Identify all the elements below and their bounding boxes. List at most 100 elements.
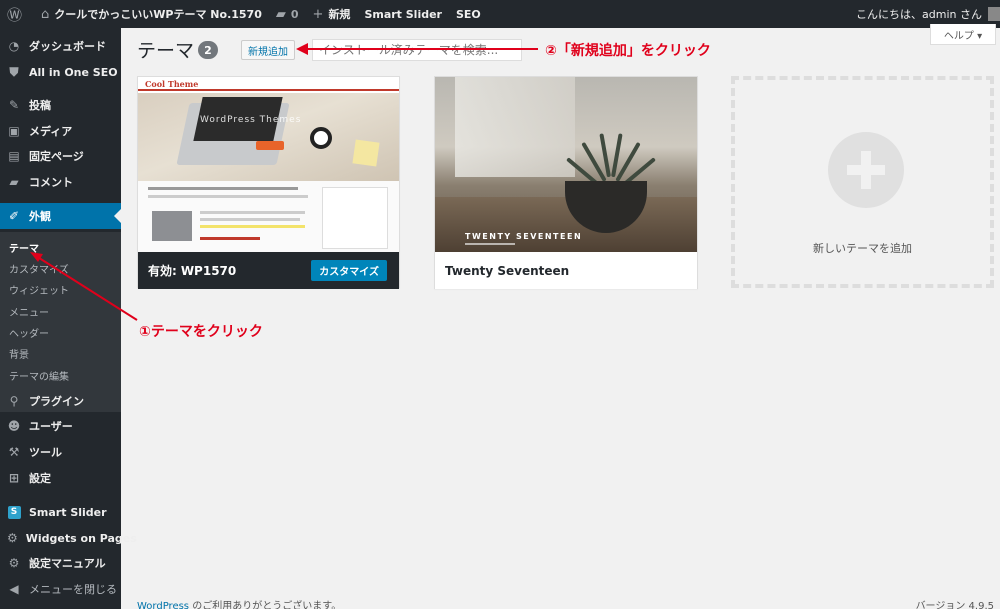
theme-shot-title: TWENTY SEVENTEEN <box>465 232 583 241</box>
sidebar-item-posts[interactable]: ✎ 投稿 <box>0 92 121 118</box>
customize-button[interactable]: カスタマイズ <box>311 260 387 281</box>
sidebar-item-tools[interactable]: ⚒ ツール <box>0 439 121 465</box>
arrow-head-step2 <box>296 43 308 55</box>
footer-version: バージョン 4.9.5 <box>915 601 994 609</box>
plus-icon: + <box>312 6 324 22</box>
sidebar-item-widgets-on-pages[interactable]: ⚙ Widgets on Pages <box>0 525 137 551</box>
wrench-icon: ⚒ <box>8 445 20 459</box>
theme-name-bar: 有効: WP1570 カスタマイズ <box>138 252 399 289</box>
pin-icon: ✎ <box>8 98 20 112</box>
admin-sidebar: ◔ ダッシュボード ⛊ All in One SEO ✎ 投稿 ▣ メディア ▤… <box>0 28 137 609</box>
sidebar-item-label: ユーザー <box>29 420 73 433</box>
site-name-link[interactable]: ⌂ クールでかっこいいWPテーマ No.1570 <box>34 0 269 28</box>
new-content-link[interactable]: + 新規 <box>306 0 358 28</box>
widgets-icon: ⚙ <box>7 531 18 545</box>
sidebar-item-comments[interactable]: ▰ コメント <box>0 169 121 195</box>
user-icon: ☻ <box>7 419 21 433</box>
plugin-icon: ⚲ <box>9 394 19 408</box>
home-icon: ⌂ <box>41 6 50 22</box>
add-new-theme-card[interactable]: 新しいテーマを追加 <box>731 76 994 288</box>
add-new-theme-label: 新しいテーマを追加 <box>813 242 912 255</box>
theme-name-bar: Twenty Seventeen <box>435 252 697 289</box>
sidebar-item-label: Widgets on Pages <box>25 531 137 545</box>
sidebar-item-smart-slider[interactable]: S Smart Slider <box>0 499 121 525</box>
site-name: クールでかっこいいWPテーマ No.1570 <box>54 8 262 21</box>
seo-label: SEO <box>455 7 481 21</box>
smart-slider-icon: S <box>7 505 21 519</box>
add-new-theme-button[interactable]: 新規追加 <box>241 40 295 60</box>
admin-bar: Ⓦ ⌂ クールでかっこいいWPテーマ No.1570 ▰ 0 + 新規 Smar… <box>0 0 1000 28</box>
greeting: こんにちは、admin さん <box>856 8 982 21</box>
submenu-item-themes[interactable]: テーマ <box>9 240 39 255</box>
sidebar-item-label: 設定 <box>29 472 51 485</box>
theme-screenshot[interactable]: TWENTY SEVENTEEN <box>435 77 697 252</box>
sidebar-item-users[interactable]: ☻ ユーザー <box>0 413 121 439</box>
submenu-item-customize[interactable]: カスタマイズ <box>9 261 69 276</box>
theme-logo: Cool Theme <box>145 79 199 89</box>
theme-hero-text: WordPress Themes <box>200 115 302 125</box>
smart-slider-link[interactable]: Smart Slider <box>357 0 449 28</box>
avatar <box>988 7 1000 21</box>
annotation-step2: ②「新規追加」をクリック <box>545 43 711 59</box>
sidebar-item-label: 固定ページ <box>29 150 84 163</box>
shield-icon: ⛊ <box>9 64 19 79</box>
sidebar-item-label: Smart Slider <box>29 505 107 519</box>
footer-thanks: WordPress のご利用ありがとうございます。 <box>137 597 341 609</box>
appearance-submenu: テーマ カスタマイズ ウィジェット メニュー ヘッダー 背景 テーマの編集 <box>0 232 121 412</box>
sidebar-item-setup-manual[interactable]: ⚙ 設定マニュアル <box>0 550 121 576</box>
sidebar-item-label: プラグイン <box>29 395 84 408</box>
smart-slider-label: Smart Slider <box>364 7 442 21</box>
plus-icon <box>828 132 904 208</box>
sidebar-item-settings[interactable]: ⊞ 設定 <box>0 465 121 491</box>
sidebar-item-label: All in One SEO <box>29 65 118 79</box>
sidebar-item-plugins[interactable]: ⚲ プラグイン <box>0 388 121 414</box>
comments-count: 0 <box>290 7 299 21</box>
dashboard-icon: ◔ <box>8 39 20 53</box>
theme-name: WP1570 <box>180 263 237 278</box>
new-label: 新規 <box>328 8 351 21</box>
theme-card-wp1570[interactable]: Cool Theme WordPress Themes 有効: WP1570 カ… <box>137 76 400 289</box>
page-icon: ▤ <box>8 149 20 163</box>
sidebar-item-label: 投稿 <box>29 99 51 112</box>
comments-link[interactable]: ▰ 0 <box>269 0 306 28</box>
sidebar-item-label: コメント <box>29 176 73 189</box>
page-title: テーマ <box>137 40 195 62</box>
wordpress-footer-link[interactable]: WordPress <box>137 601 189 609</box>
sidebar-item-label: ツール <box>29 446 62 459</box>
theme-name: Twenty Seventeen <box>445 263 570 278</box>
sidebar-item-all-in-one-seo[interactable]: ⛊ All in One SEO <box>0 59 121 85</box>
submenu-item-header[interactable]: ヘッダー <box>9 325 49 340</box>
sidebar-item-label: 設定マニュアル <box>29 557 106 570</box>
active-prefix: 有効: <box>148 264 177 278</box>
sidebar-item-label: メニューを閉じる <box>29 583 117 596</box>
theme-search-input[interactable] <box>312 39 522 61</box>
smart-slider-badge: S <box>7 505 21 519</box>
sidebar-item-label: ダッシュボード <box>29 40 106 53</box>
brush-icon: ✐ <box>8 209 20 223</box>
submenu-item-widgets[interactable]: ウィジェット <box>9 282 69 297</box>
annotation-step1: ①テーマをクリック <box>139 324 263 340</box>
collapse-icon: ◀ <box>9 582 19 596</box>
collapse-menu-button[interactable]: ◀ メニューを閉じる <box>0 576 121 602</box>
footer-thanks-text: のご利用ありがとうございます。 <box>189 601 342 609</box>
comment-bubble-icon: ▰ <box>275 6 286 22</box>
sidebar-item-pages[interactable]: ▤ 固定ページ <box>0 143 121 169</box>
submenu-item-menus[interactable]: メニュー <box>9 304 49 319</box>
seo-link[interactable]: SEO <box>449 0 488 28</box>
theme-screenshot[interactable]: Cool Theme WordPress Themes <box>138 77 399 252</box>
sidebar-item-label: メディア <box>29 125 73 138</box>
gear-icon: ⚙ <box>8 556 20 570</box>
sidebar-item-media[interactable]: ▣ メディア <box>0 118 121 144</box>
theme-card-twenty-seventeen[interactable]: TWENTY SEVENTEEN Twenty Seventeen <box>434 76 698 289</box>
wordpress-logo-button[interactable]: Ⓦ <box>0 0 34 28</box>
submenu-item-theme-editor[interactable]: テーマの編集 <box>9 368 69 383</box>
settings-icon: ⊞ <box>8 471 20 485</box>
sidebar-item-label: 外観 <box>29 210 51 223</box>
sidebar-item-appearance[interactable]: ✐ 外観 <box>0 203 121 229</box>
wordpress-icon: Ⓦ <box>7 5 23 24</box>
theme-count-badge: 2 <box>198 41 218 59</box>
comment-icon: ▰ <box>9 175 19 189</box>
submenu-item-background[interactable]: 背景 <box>9 346 29 361</box>
sidebar-item-dashboard[interactable]: ◔ ダッシュボード <box>0 33 121 59</box>
help-tab-button[interactable]: ヘルプ ▾ <box>930 24 996 45</box>
